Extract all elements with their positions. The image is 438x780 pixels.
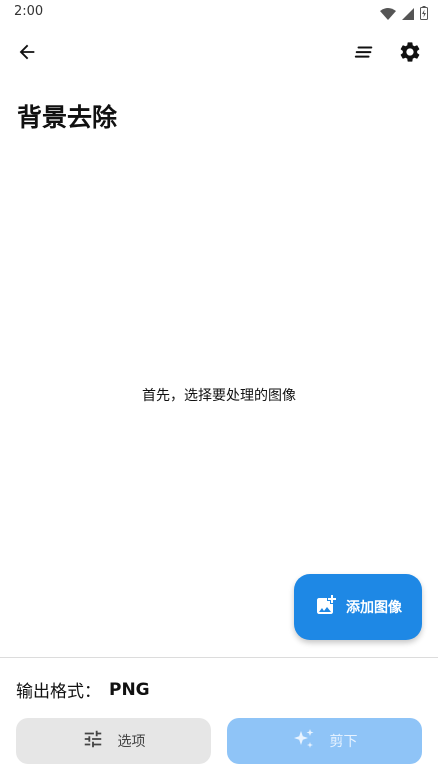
options-label: 选项 [117, 734, 146, 750]
page-title: 背景去除 [17, 103, 118, 132]
add-image-button[interactable]: 添加图像 [294, 574, 422, 640]
cut-button[interactable]: 剪下 [227, 718, 422, 764]
sparkle-icon [292, 727, 316, 755]
status-bar: 2:00 [0, 0, 438, 26]
wifi-icon [380, 5, 396, 24]
back-button[interactable] [9, 36, 45, 72]
add-image-label: 添加图像 [346, 600, 402, 616]
add-photo-icon [314, 593, 338, 621]
tune-icon [82, 728, 104, 754]
cut-label: 剪下 [329, 734, 358, 750]
sort-icon [353, 41, 375, 67]
output-format-label: 输出格式： [16, 682, 101, 702]
output-format-row: 输出格式： PNG [16, 677, 150, 703]
status-time: 2:00 [14, 4, 44, 19]
back-arrow-icon [16, 41, 38, 67]
signal-icon [402, 5, 414, 24]
status-icons [380, 5, 428, 24]
gear-icon [398, 40, 422, 68]
empty-state-hint: 首先，选择要处理的图像 [142, 388, 296, 404]
sort-button[interactable] [346, 36, 382, 72]
top-app-bar [0, 36, 438, 76]
battery-icon [420, 5, 428, 24]
output-format-value: PNG [109, 679, 150, 700]
settings-button[interactable] [392, 36, 428, 72]
options-button[interactable]: 选项 [16, 718, 211, 764]
footer-divider [0, 657, 438, 658]
